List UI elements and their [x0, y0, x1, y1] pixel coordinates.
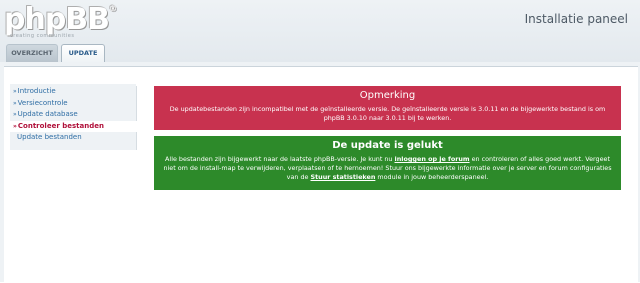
menu-item-label: Versiecontrole — [17, 98, 68, 107]
tab-bar: OVERZICHT UPDATE — [0, 44, 640, 63]
notice-title: Opmerking — [359, 90, 416, 101]
tab-overzicht[interactable]: OVERZICHT — [6, 44, 58, 62]
success-text: Alle bestanden zijn bijgewerkt naar de l… — [162, 155, 613, 182]
menu-item-versiecontrole[interactable]: »Versiecontrole — [10, 98, 136, 110]
menu-item-update-database[interactable]: »Update database — [10, 109, 136, 121]
tab-update[interactable]: UPDATE — [61, 44, 105, 63]
menu-item-controleer-bestanden[interactable]: »Controleer bestanden — [10, 120, 137, 132]
chevron-right-icon: » — [13, 122, 17, 130]
notice-text: De updatebestanden zijn incompatibel met… — [169, 105, 606, 122]
logo-tagline: creating communities — [10, 33, 75, 39]
send-statistics-link[interactable]: Stuur statistieken — [310, 173, 375, 181]
phpbb-logo[interactable]: phpBB® — [4, 2, 117, 37]
success-text-part: Alle bestanden zijn bijgewerkt naar de l… — [165, 155, 395, 163]
menu-item-label: Introductie — [17, 87, 56, 95]
side-menu: »Introductie »Versiecontrole »Update dat… — [10, 86, 137, 150]
chevron-right-icon: » — [13, 99, 17, 107]
notice-box: Opmerking De updatebestanden zijn incomp… — [154, 86, 621, 130]
login-forum-link[interactable]: inloggen op je forum — [395, 155, 470, 163]
registered-mark: ® — [109, 4, 117, 13]
success-title: De update is gelukt — [332, 140, 443, 151]
success-text-part: module in jouw beheerderspaneel. — [375, 173, 489, 181]
menu-item-label: Update bestanden — [17, 133, 82, 141]
success-box: De update is gelukt Alle bestanden zijn … — [154, 136, 621, 190]
page-title: Installatie paneel — [524, 12, 628, 26]
menu-item-label: Controleer bestanden — [17, 121, 104, 130]
logo-text: phpBB — [4, 2, 110, 37]
chevron-right-icon: » — [13, 111, 17, 118]
menu-item-update-bestanden[interactable]: Update bestanden — [10, 132, 136, 144]
menu-item-introductie[interactable]: »Introductie — [10, 86, 136, 98]
chevron-right-icon: » — [13, 88, 17, 95]
menu-item-label: Update database — [17, 110, 78, 118]
